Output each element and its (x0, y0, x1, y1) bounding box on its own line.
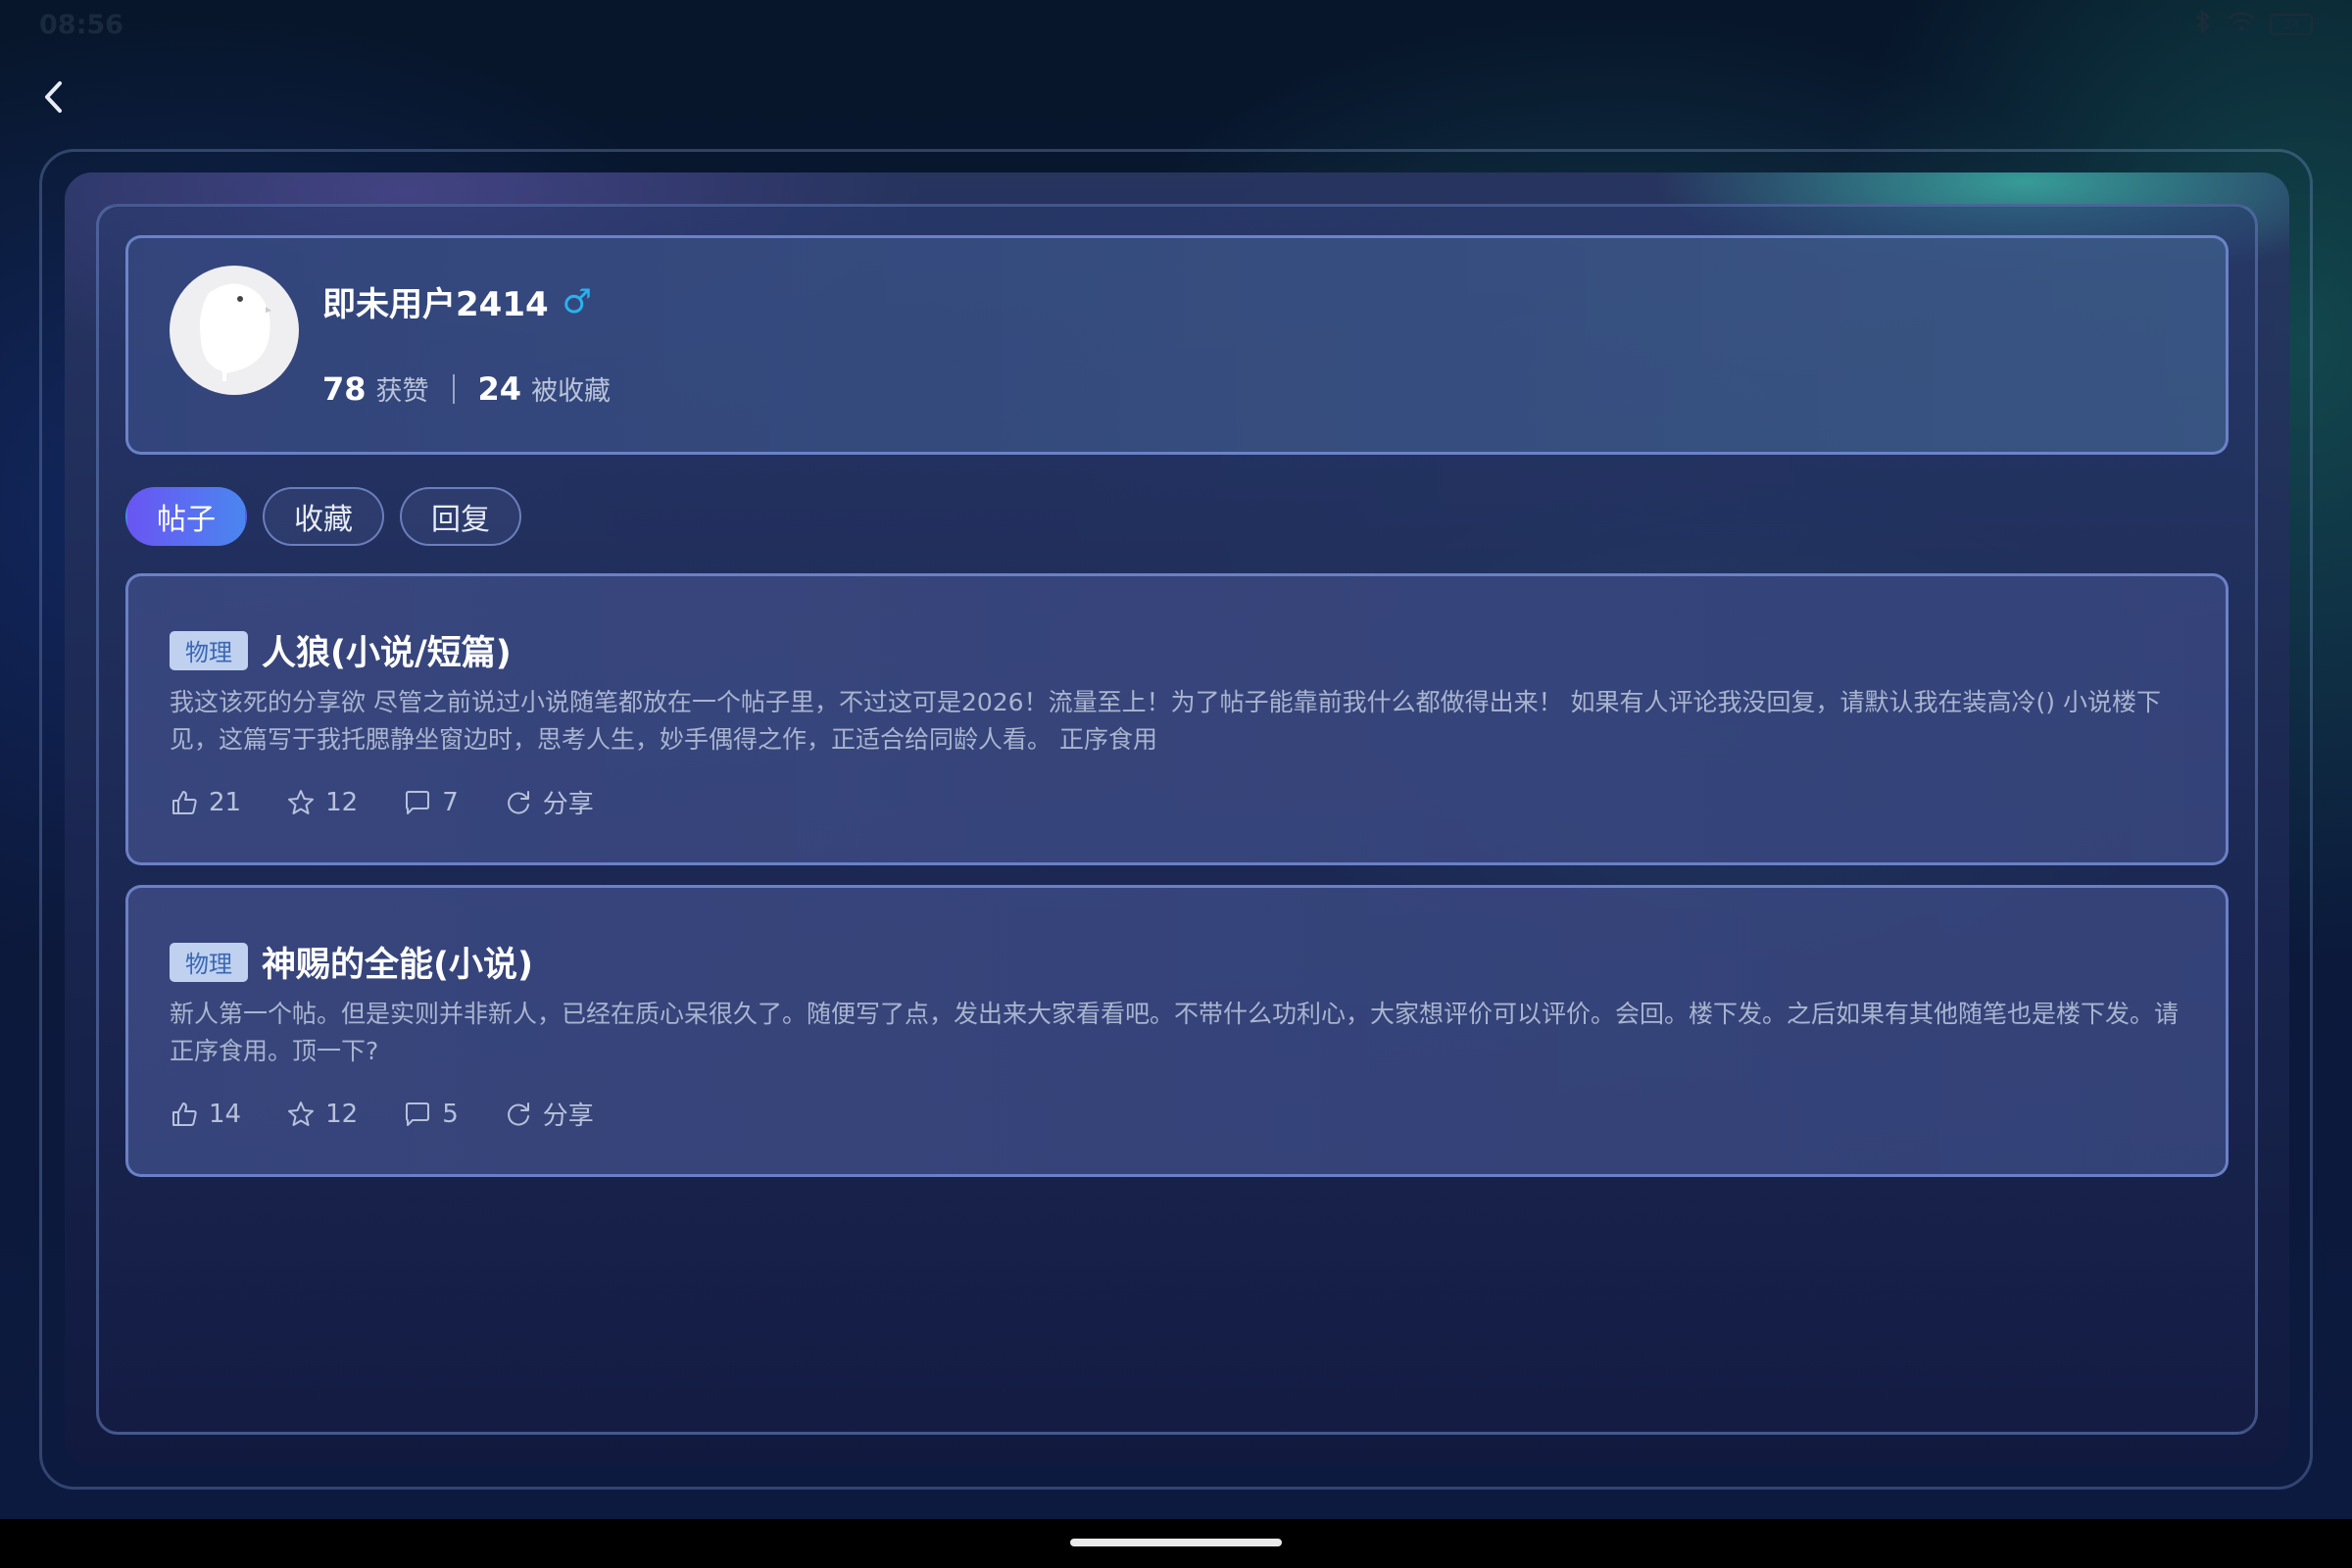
favorite-button[interactable]: 12 (286, 1100, 358, 1129)
star-icon (288, 789, 315, 814)
post-body: 新人第一个帖。但是实则并非新人，已经在质心呆很久了。随便写了点，发出来大家看看吧… (170, 1000, 2180, 1065)
favorite-button[interactable]: 12 (286, 788, 358, 817)
male-gender-icon: ♂ (562, 281, 593, 321)
favorited-count: 24 (477, 369, 522, 408)
star-icon (288, 1101, 315, 1126)
comment-button[interactable]: 5 (403, 1100, 459, 1129)
likes-received-count: 78 (322, 369, 367, 408)
comment-button[interactable]: 7 (403, 788, 459, 817)
status-time: 08:56 (39, 9, 123, 40)
status-icons: 24 (2193, 9, 2313, 40)
profile-card: 即未用户2414 ♂ 78 获赞 24 被收藏 (125, 235, 2229, 455)
chevron-left-icon (45, 81, 62, 113)
comment-count: 5 (442, 1099, 459, 1129)
stats-row: 78 获赞 24 被收藏 (322, 369, 611, 408)
favorite-count: 12 (325, 787, 359, 817)
tab-favorites[interactable]: 收藏 (263, 487, 384, 546)
likes-received-label: 获赞 (375, 376, 429, 407)
avatar[interactable] (170, 266, 299, 395)
share-label: 分享 (542, 1102, 594, 1131)
comment-icon (406, 1102, 430, 1126)
post-title-row: 物理 神赐的全能(小说) (170, 937, 533, 987)
comment-count: 7 (442, 787, 459, 817)
share-button[interactable]: 分享 (504, 1096, 594, 1132)
tab-replies[interactable]: 回复 (400, 487, 521, 546)
share-label: 分享 (542, 790, 594, 819)
comment-icon (406, 790, 430, 814)
post-actions: 14 12 5 分享 (170, 1096, 594, 1132)
bird-avatar-icon (200, 283, 271, 381)
like-count: 21 (209, 787, 242, 817)
favorited-label: 被收藏 (531, 376, 612, 407)
post-card[interactable]: 物理 神赐的全能(小说) 新人第一个帖。但是实则并非新人，已经在质心呆很久了。随… (125, 885, 2229, 1177)
thumbs-up-icon (172, 1102, 197, 1126)
share-icon (507, 1102, 529, 1125)
thumbs-up-icon (172, 790, 197, 814)
username-row: 即未用户2414 ♂ (322, 277, 592, 325)
like-button[interactable]: 21 (170, 788, 241, 817)
post-title: 人狼(小说/短篇) (262, 634, 512, 673)
post-title: 神赐的全能(小说) (262, 946, 533, 985)
tab-posts[interactable]: 帖子 (125, 487, 247, 546)
share-button[interactable]: 分享 (504, 784, 594, 820)
battery-icon: 24 (2270, 14, 2313, 35)
like-button[interactable]: 14 (170, 1100, 241, 1129)
post-title-row: 物理 人狼(小说/短篇) (170, 625, 512, 675)
post-card[interactable]: 物理 人狼(小说/短篇) 我这该死的分享欲 尽管之前说过小说随笔都放在一个帖子里… (125, 573, 2229, 865)
wifi-icon (2227, 10, 2256, 39)
post-tag: 物理 (170, 630, 248, 670)
share-icon (507, 790, 529, 813)
bluetooth-icon (2193, 9, 2213, 40)
username: 即未用户2414 (322, 285, 549, 324)
stats-divider (452, 373, 455, 404)
favorite-count: 12 (325, 1099, 359, 1129)
status-bar: 08:56 24 (0, 0, 2352, 49)
home-indicator[interactable] (1070, 1539, 1282, 1546)
tab-bar: 帖子 收藏 回复 (125, 487, 521, 546)
back-button[interactable] (35, 73, 71, 122)
like-count: 14 (209, 1099, 242, 1129)
post-actions: 21 12 7 分享 (170, 784, 594, 820)
post-body: 我这该死的分享欲 尽管之前说过小说随笔都放在一个帖子里，不过这可是2026！流量… (170, 688, 2161, 754)
post-tag: 物理 (170, 942, 248, 982)
